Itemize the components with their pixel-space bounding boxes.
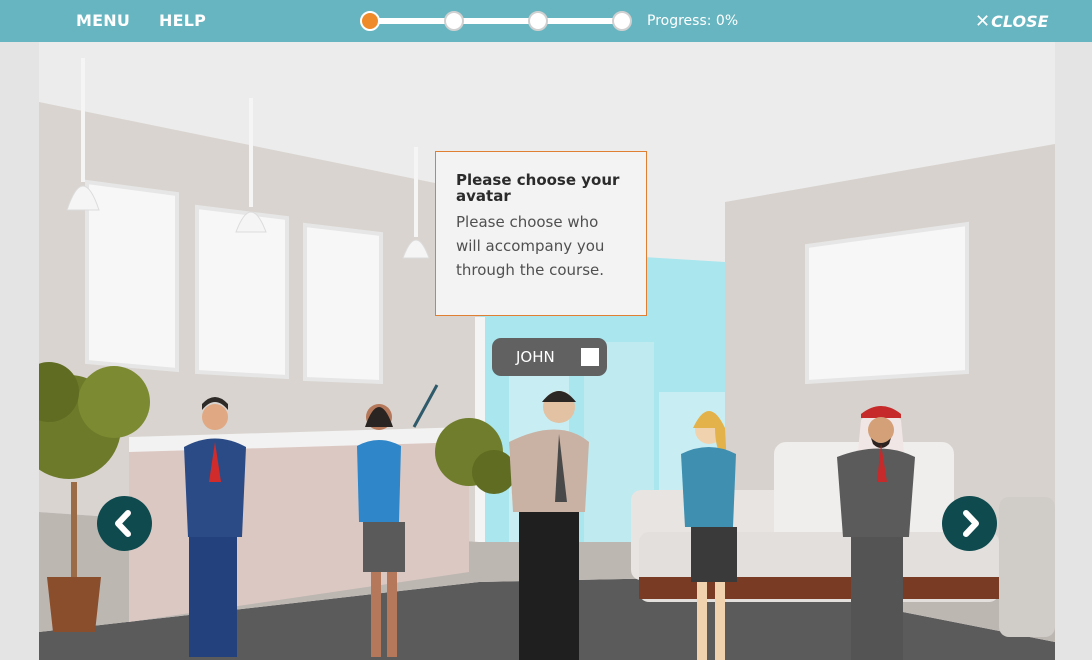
chevron-left-icon [115,510,131,537]
help-button[interactable]: HELP [159,11,206,30]
menu-button[interactable]: MENU [76,11,130,30]
close-x-icon: ✕ [975,11,991,32]
progress-step-1[interactable] [360,11,380,31]
progress-text: Progress: 0% [647,13,739,29]
top-bar: MENU HELP Progress: 0% ✕CLOSE [0,0,1092,42]
close-label: CLOSE [991,12,1049,31]
progress-step-4[interactable] [612,11,632,31]
close-button[interactable]: ✕CLOSE [975,11,1049,32]
next-avatar-button[interactable] [942,496,997,551]
avatar-select-toggle[interactable]: JOHN [492,338,607,376]
right-gutter [1055,42,1092,660]
dialog-body: Please choose who will accompany you thr… [456,213,605,279]
progress-track [368,18,624,24]
avatar-name-label: JOHN [516,348,555,366]
progress-step-2[interactable] [444,11,464,31]
progress-step-3[interactable] [528,11,548,31]
chevron-right-icon [963,510,979,537]
dialog-title: Please choose your avatar [456,171,620,205]
checkbox-icon[interactable] [581,348,599,366]
prev-avatar-button[interactable] [97,496,152,551]
instruction-dialog: Please choose your avatar Please choose … [435,151,647,316]
